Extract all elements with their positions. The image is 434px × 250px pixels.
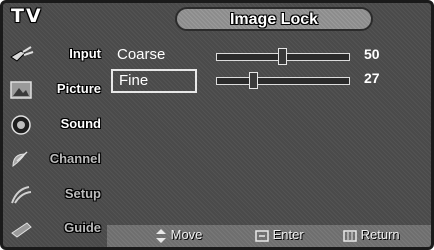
setting-value: 27 (364, 70, 380, 86)
sidebar-item-label: Setup (64, 186, 101, 201)
slider-thumb[interactable] (249, 72, 258, 89)
move-hint: Move (155, 227, 202, 243)
title-pill: Image Lock (175, 7, 373, 31)
tv-osd-screen: TV Image Lock Input Picture Sound Channe… (0, 0, 434, 250)
sidebar-item-input[interactable]: Input (7, 39, 103, 71)
sidebar-item-label: Picture (56, 81, 101, 96)
coarse-slider[interactable] (216, 48, 350, 65)
setting-row-fine[interactable]: Fine 27 (109, 69, 425, 93)
enter-hint: Enter (255, 227, 304, 242)
slider-track (216, 77, 350, 85)
footer-hint-bar: Move Enter Return (107, 225, 431, 247)
picture-icon (10, 81, 32, 99)
sidebar-item-guide[interactable]: Guide (7, 213, 103, 245)
guide-icon (11, 222, 32, 238)
settings-panel: Coarse 50 Fine 27 (109, 43, 425, 203)
sidebar-item-label: Channel (49, 151, 101, 166)
setting-row-coarse[interactable]: Coarse 50 (109, 45, 425, 67)
enter-label: Enter (272, 227, 304, 242)
return-label: Return (360, 227, 400, 242)
return-icon (343, 229, 357, 242)
up-down-arrows-icon (156, 228, 166, 243)
satellite-dish-icon (12, 151, 28, 168)
sidebar: Input Picture Sound Channel Setup Guide (3, 35, 107, 247)
sidebar-item-label: Guide (64, 220, 101, 235)
menu-header: TV Image Lock (3, 3, 431, 35)
fine-slider[interactable] (216, 72, 350, 89)
sidebar-item-label: Input (69, 46, 101, 61)
sidebar-item-sound[interactable]: Sound (7, 109, 103, 141)
enter-icon (255, 229, 269, 242)
sidebar-item-picture[interactable]: Picture (7, 74, 103, 106)
sidebar-item-channel[interactable]: Channel (7, 144, 103, 176)
return-hint: Return (343, 227, 400, 242)
plug-icon (10, 46, 34, 62)
setting-value: 50 (364, 46, 380, 62)
page-title: Image Lock (229, 11, 319, 28)
sidebar-item-setup[interactable]: Setup (7, 179, 103, 211)
setting-label: Fine (111, 69, 197, 93)
move-label: Move (170, 227, 203, 242)
sidebar-item-label: Sound (60, 116, 101, 131)
speaker-icon (11, 115, 31, 135)
setup-icon (11, 186, 32, 204)
slider-thumb[interactable] (278, 48, 287, 65)
mode-label: TV (11, 5, 43, 27)
setting-label: Coarse (117, 46, 166, 63)
